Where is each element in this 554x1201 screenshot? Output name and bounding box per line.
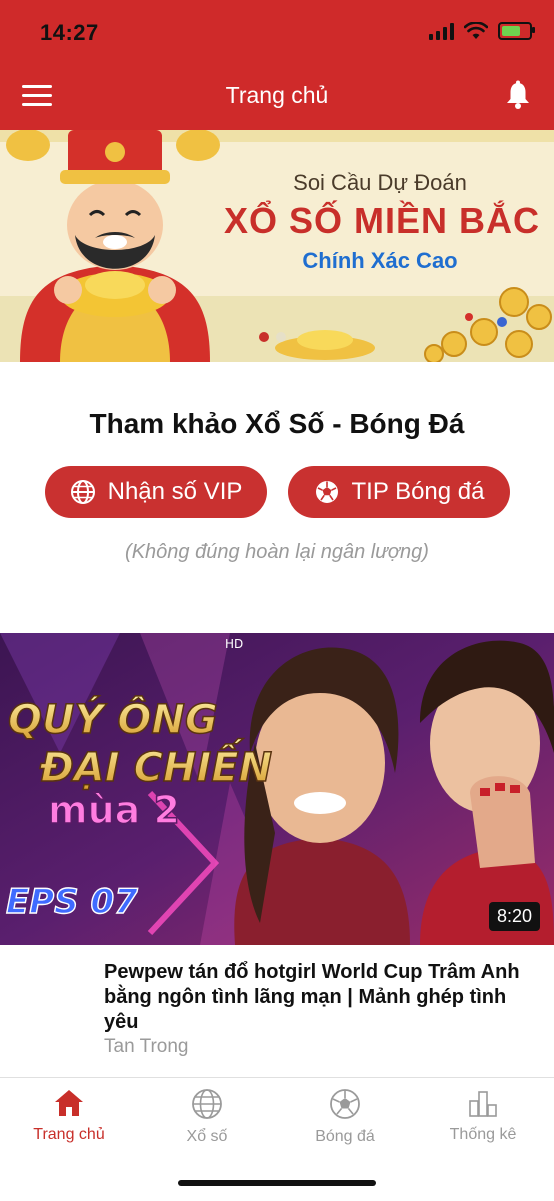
svg-text:mùa 2: mùa 2 (48, 788, 180, 832)
gold-coins-illustration (424, 287, 552, 362)
promo-banner[interactable]: Soi Cầu Dự Đoán XỔ SỐ MIỀN BẮC Chính Xác… (0, 130, 554, 362)
svg-text:ĐẠI CHIẾN: ĐẠI CHIẾN (39, 737, 272, 791)
globe-icon (70, 480, 95, 504)
video-author[interactable]: Tan Trong (104, 1036, 189, 1058)
carousel-dot[interactable] (259, 332, 269, 342)
tab-lottery[interactable]: Xổ số (138, 1088, 276, 1146)
carousel-indicator[interactable] (259, 332, 286, 342)
video-thumbnail[interactable]: HD QUÝ ÔNG ĐẠI CHIẾN mùa 2 EPS 07 8:20 (0, 633, 554, 945)
soccer-ball-icon (330, 1089, 360, 1119)
tab-football[interactable]: Bóng đá (276, 1088, 414, 1146)
tab-home[interactable]: Trang chủ (0, 1088, 138, 1144)
tab-statistics[interactable]: Thống kê (414, 1088, 552, 1144)
tab-label: Xổ số (186, 1128, 228, 1145)
god-of-fortune-illustration (6, 130, 220, 362)
status-time: 14:27 (40, 20, 99, 45)
soccer-ball-icon (315, 481, 338, 503)
carousel-dot[interactable] (276, 332, 286, 342)
app-header: 14:27 Trang chủ (0, 0, 554, 130)
section-title: Tham khảo Xổ Số - Bóng Đá (89, 408, 465, 439)
video-thumbnail-image: HD QUÝ ÔNG ĐẠI CHIẾN mùa 2 EPS 07 (0, 633, 554, 945)
cellular-signal-icon (429, 22, 454, 40)
battery-icon (498, 22, 535, 40)
vip-numbers-button[interactable]: Nhận số VIP (45, 466, 267, 518)
refund-note: (Không đúng hoàn lại ngân lượng) (125, 541, 429, 563)
page-title: Trang chủ (225, 82, 329, 108)
globe-icon (192, 1089, 222, 1119)
bell-icon[interactable] (504, 80, 532, 110)
home-icon (55, 1090, 83, 1116)
svg-text:EPS 07: EPS 07 (6, 882, 138, 922)
vip-button-label: Nhận số VIP (107, 478, 243, 505)
tab-label: Trang chủ (33, 1126, 105, 1143)
banner-tagline: Chính Xác Cao (302, 248, 458, 273)
bar-chart-icon (469, 1091, 497, 1117)
banner-headline: XỔ SỐ MIỀN BẮC (223, 200, 541, 241)
video-duration: 8:20 (488, 902, 540, 931)
football-tips-button[interactable]: TIP Bóng đá (288, 466, 510, 518)
tab-label: Bóng đá (315, 1128, 375, 1145)
video-title[interactable]: Pewpew tán đổ hotgirl World Cup Trâm Anh… (104, 960, 524, 1035)
gold-ingot-illustration (275, 330, 375, 360)
channel-logo-text: HD (225, 637, 243, 651)
banner-subtitle: Soi Cầu Dự Đoán (293, 170, 467, 195)
status-icons (429, 22, 535, 40)
wifi-icon (464, 22, 488, 39)
home-indicator (178, 1180, 376, 1186)
tip-button-label: TIP Bóng đá (351, 478, 485, 505)
svg-text:QUÝ ÔNG: QUÝ ÔNG (8, 694, 218, 743)
tab-label: Thống kê (449, 1126, 517, 1143)
